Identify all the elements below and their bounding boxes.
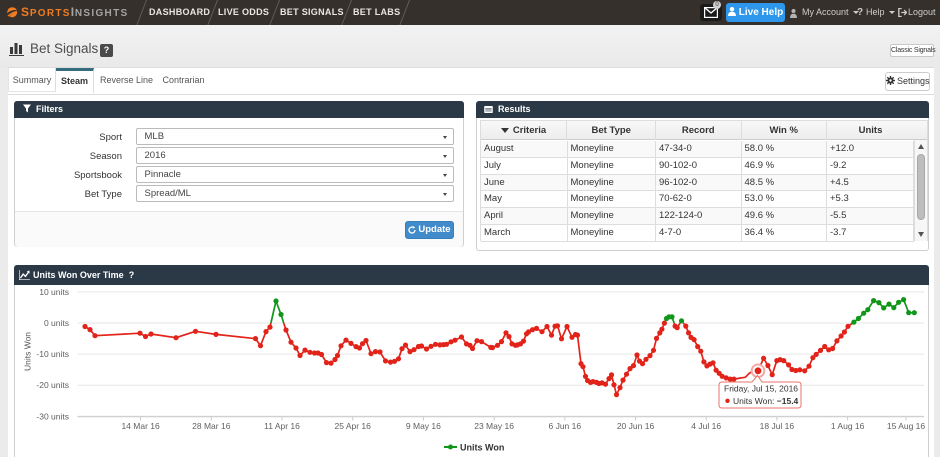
svg-text:10 units: 10 units bbox=[39, 287, 69, 297]
svg-text:Units Won: Units Won bbox=[23, 332, 33, 371]
svg-text:Units Won: −15.4: Units Won: −15.4 bbox=[733, 396, 799, 406]
svg-text:-30 units: -30 units bbox=[36, 411, 69, 421]
svg-text:15 Aug 16: 15 Aug 16 bbox=[887, 421, 926, 431]
svg-text:11 Apr 16: 11 Apr 16 bbox=[264, 421, 300, 431]
svg-text:-20 units: -20 units bbox=[36, 380, 69, 390]
svg-text:23 May 16: 23 May 16 bbox=[474, 421, 514, 431]
svg-text:Units Won: Units Won bbox=[460, 443, 504, 453]
svg-text:Friday, Jul 15, 2016: Friday, Jul 15, 2016 bbox=[724, 384, 798, 394]
svg-text:20 Jun 16: 20 Jun 16 bbox=[617, 421, 655, 431]
svg-text:1 Aug 16: 1 Aug 16 bbox=[831, 421, 865, 431]
svg-text:9 May 16: 9 May 16 bbox=[406, 421, 441, 431]
svg-text:-10 units: -10 units bbox=[36, 349, 69, 359]
svg-text:25 Apr 16: 25 Apr 16 bbox=[335, 421, 372, 431]
svg-text:0 units: 0 units bbox=[44, 318, 69, 328]
svg-text:6 Jun 16: 6 Jun 16 bbox=[548, 421, 581, 431]
svg-text:14 Mar 16: 14 Mar 16 bbox=[121, 421, 160, 431]
svg-text:18 Jul 16: 18 Jul 16 bbox=[760, 421, 795, 431]
svg-text:28 Mar 16: 28 Mar 16 bbox=[192, 421, 231, 431]
svg-text:4 Jul 16: 4 Jul 16 bbox=[691, 421, 721, 431]
